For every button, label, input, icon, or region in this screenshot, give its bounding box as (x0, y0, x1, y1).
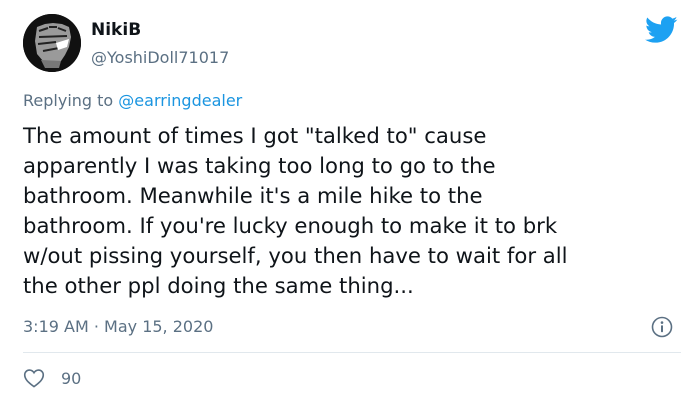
author-display-name[interactable]: NikiB (91, 20, 141, 40)
tweet-timestamp[interactable]: 3:19 AM · May 15, 2020 (23, 317, 213, 336)
like-button[interactable]: 90 (23, 368, 81, 388)
divider (23, 352, 681, 353)
tweet-text: The amount of times I got "talked to" ca… (23, 123, 568, 298)
replying-to-label: Replying to (23, 91, 119, 110)
heart-icon[interactable] (23, 368, 45, 388)
twitter-bird-icon[interactable] (645, 16, 678, 44)
raised-fist-avatar-icon (23, 14, 81, 72)
info-icon[interactable] (651, 316, 673, 338)
like-count: 90 (61, 368, 82, 388)
avatar[interactable] (23, 14, 81, 72)
author-handle[interactable]: @YoshiDoll71017 (91, 48, 229, 67)
replying-to-line: Replying to @earringdealer (23, 91, 242, 110)
reply-mention-link[interactable]: @earringdealer (118, 91, 242, 110)
